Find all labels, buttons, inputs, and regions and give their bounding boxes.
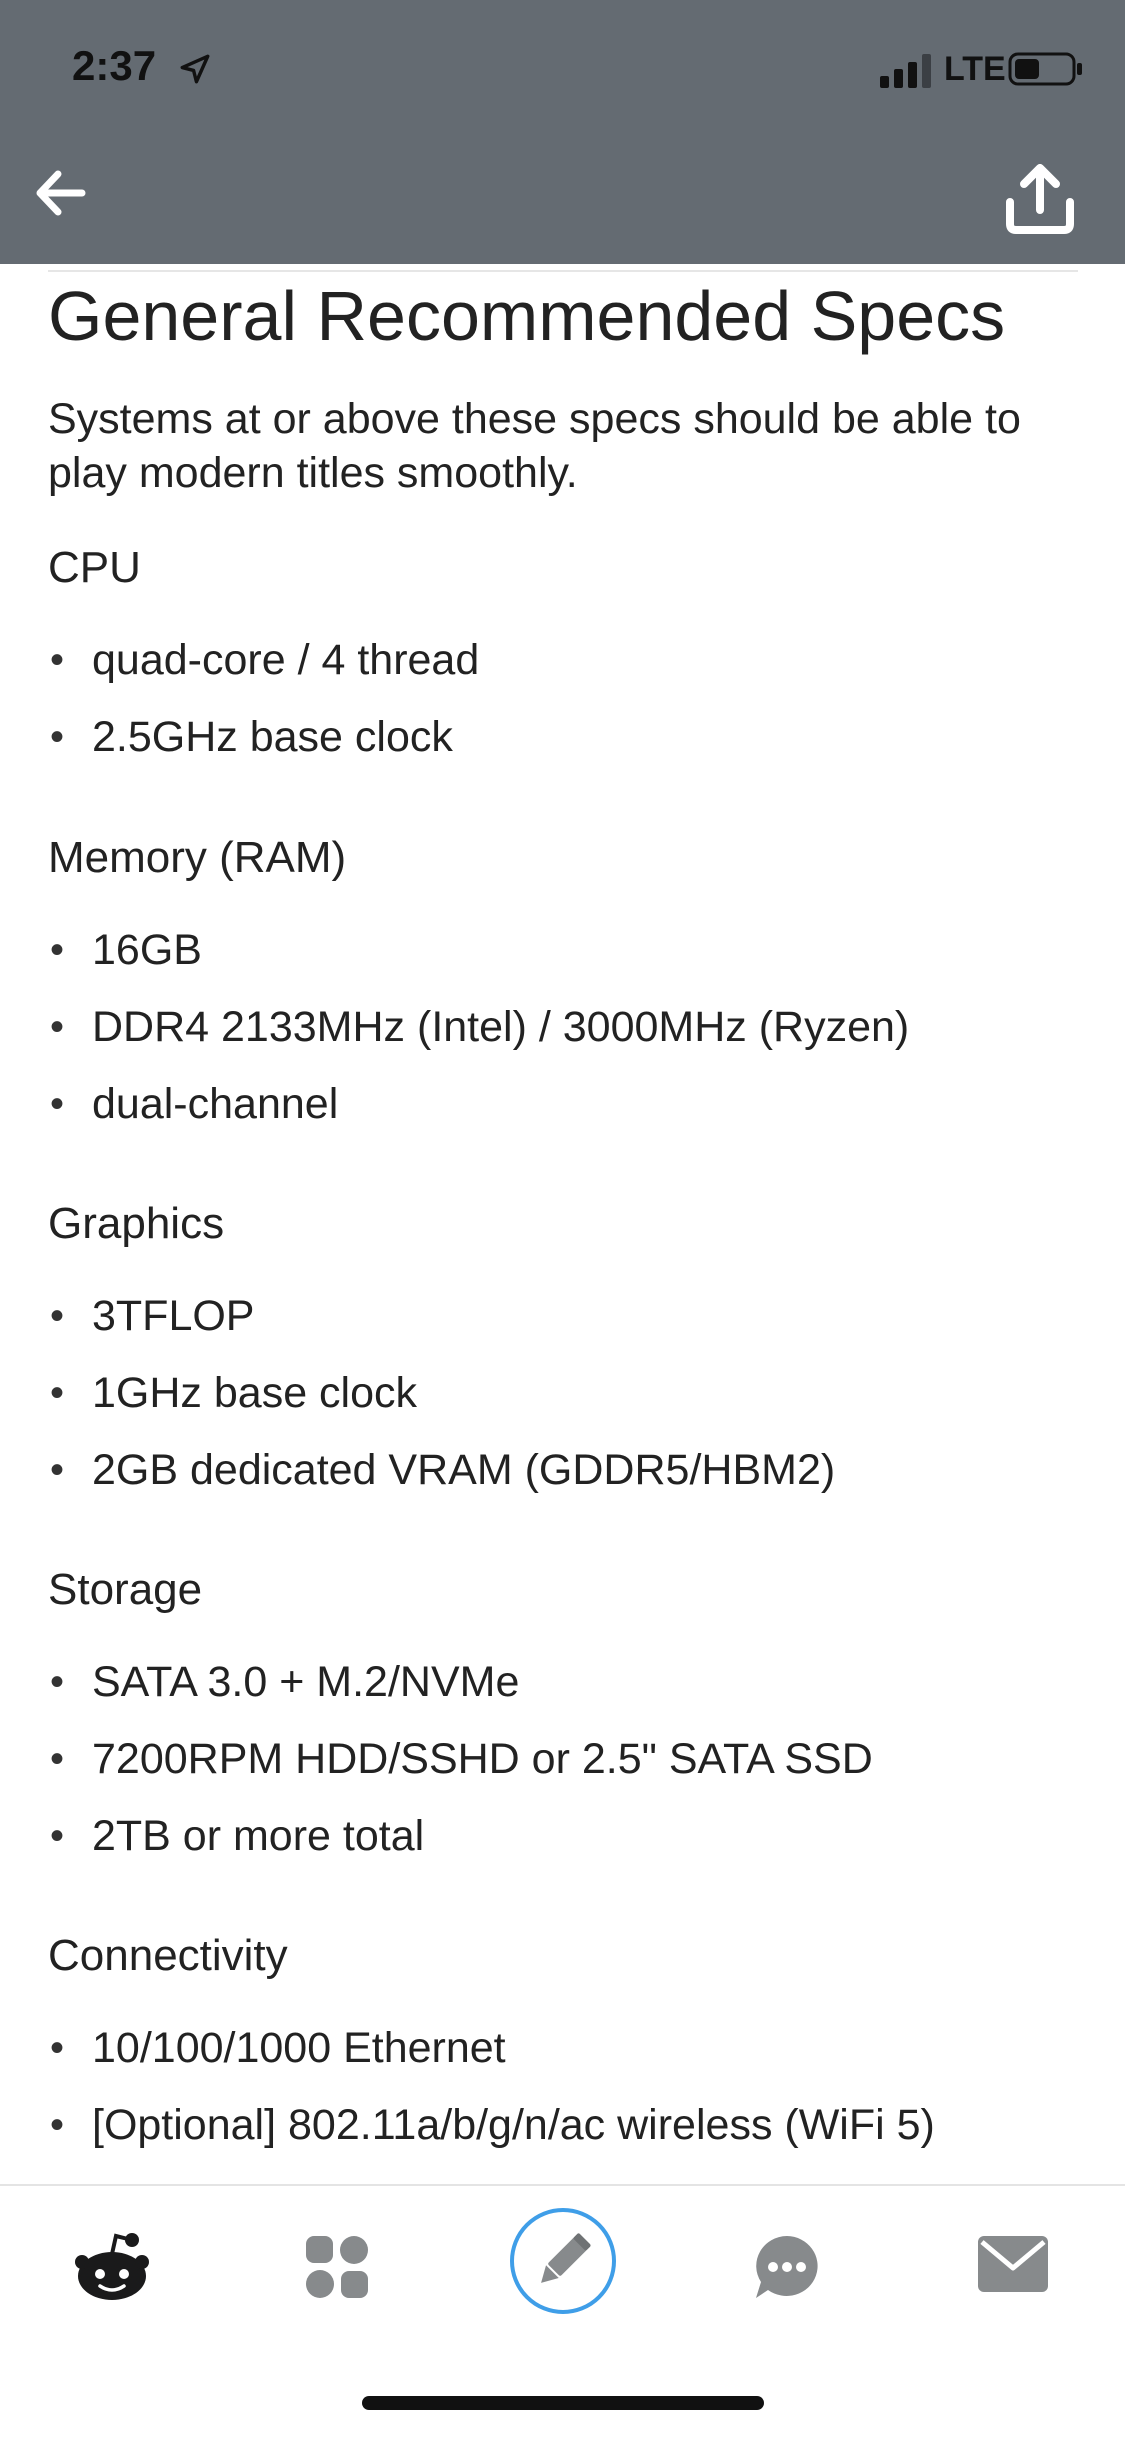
top-bar: 2:37 LTE	[0, 0, 1125, 264]
list-item: • SATA 3.0 + M.2/NVMe	[48, 1656, 1078, 1708]
envelope-icon[interactable]	[978, 2236, 1048, 2292]
bullet: •	[50, 1737, 65, 1781]
section-heading: Storage	[48, 1565, 203, 1614]
spec-list: • 16GB • DDR4 2133MHz (Intel) / 3000MHz (R…	[48, 924, 1078, 1130]
list-item: • DDR4 2133MHz (Intel) / 3000MHz (Ryzen)	[48, 1001, 1078, 1053]
bullet: •	[50, 2026, 65, 2070]
cellular-signal-icon	[880, 54, 931, 88]
list-item-text: 2.5GHz base clock	[92, 713, 453, 761]
list-item: • 7200RPM HDD/SSHD or 2.5" SATA SSD	[48, 1733, 1078, 1785]
list-item-text: 2TB or more total	[92, 1812, 425, 1860]
list-item: • [Optional] 802.11a/b/g/n/ac wireless (W…	[48, 2099, 1078, 2151]
list-item-text: 2GB dedicated VRAM (GDDR5/HBM2)	[92, 1446, 836, 1494]
list-item-text: SATA 3.0 + M.2/NVMe	[92, 1658, 520, 1706]
list-item: • 2GB dedicated VRAM (GDDR5/HBM2)	[48, 1444, 1078, 1496]
battery-icon	[1008, 52, 1082, 86]
spec-section-storage: Storage • SATA 3.0 + M.2/NVMe • 7200RPM HD…	[48, 1564, 1078, 1887]
bullet: •	[50, 1371, 65, 1415]
list-item: • quad-core / 4 thread	[48, 634, 1078, 686]
grid-icon[interactable]	[306, 2236, 368, 2298]
spec-list: • 3TFLOP • 1GHz base clock • 2GB dedicated …	[48, 1290, 1078, 1496]
section-heading: Memory (RAM)	[48, 833, 347, 882]
status-time: 2:37	[72, 42, 157, 89]
section-heading: Connectivity	[48, 1931, 288, 1980]
bullet: •	[50, 1814, 65, 1858]
pencil-icon[interactable]	[508, 2206, 618, 2316]
list-item: • 16GB	[48, 924, 1078, 976]
bullet: •	[50, 928, 65, 972]
arrow-left-icon[interactable]	[28, 160, 94, 226]
list-item-text: 3TFLOP	[92, 1292, 255, 1340]
list-item-text: 7200RPM HDD/SSHD or 2.5" SATA SSD	[92, 1735, 873, 1783]
list-item-text: 16GB	[92, 926, 202, 974]
list-item-text: dual-channel	[92, 1080, 339, 1128]
list-item: • 2.5GHz base clock	[48, 711, 1078, 763]
chat-bubble-icon[interactable]	[752, 2232, 822, 2302]
list-item: • 2TB or more total	[48, 1810, 1078, 1862]
reddit-alien-icon[interactable]	[72, 2232, 152, 2306]
spec-section-memory: Memory (RAM) • 16GB • DDR4 2133MHz (Intel)…	[48, 832, 1078, 1155]
divider	[48, 270, 1078, 272]
share-upload-icon[interactable]	[1000, 158, 1080, 238]
bullet: •	[50, 1294, 65, 1338]
list-item: • 10/100/1000 Ethernet	[48, 2022, 1078, 2074]
location-arrow-icon	[180, 54, 210, 84]
bullet: •	[50, 1005, 65, 1049]
bullet: •	[50, 638, 65, 682]
bullet: •	[50, 1660, 65, 1704]
list-item-text: [Optional] 802.11a/b/g/n/ac wireless (Wi…	[92, 2101, 935, 2149]
spec-list: • SATA 3.0 + M.2/NVMe • 7200RPM HDD/SSHD o…	[48, 1656, 1078, 1862]
list-item: • dual-channel	[48, 1078, 1078, 1130]
bullet: •	[50, 715, 65, 759]
list-item-text: quad-core / 4 thread	[92, 636, 480, 684]
list-item: • 3TFLOP	[48, 1290, 1078, 1342]
spec-list: • 10/100/1000 Ethernet • [Optional] 802.11…	[48, 2022, 1078, 2151]
article-title: General Recommended Specs	[48, 277, 1006, 355]
spec-section-connectivity: Connectivity • 10/100/1000 Ethernet • [Opt…	[48, 1930, 1078, 2176]
section-heading: Graphics	[48, 1199, 225, 1248]
article-content: General Recommended Specs Systems at or …	[0, 264, 1125, 2184]
spec-list: • quad-core / 4 thread • 2.5GHz base clock	[48, 634, 1078, 763]
home-indicator[interactable]	[362, 2396, 764, 2410]
spec-section-graphics: Graphics • 3TFLOP • 1GHz base clock • 2GB d…	[48, 1198, 1078, 1521]
list-item-text: 10/100/1000 Ethernet	[92, 2024, 506, 2072]
list-item-text: 1GHz base clock	[92, 1369, 418, 1417]
spec-section-cpu: CPU • quad-core / 4 thread • 2.5GHz base c…	[48, 542, 1078, 788]
article-intro: Systems at or above these specs should b…	[48, 395, 1021, 497]
bullet: •	[50, 1448, 65, 1492]
section-heading: CPU	[48, 543, 141, 592]
bullet: •	[50, 1082, 65, 1126]
network-type: LTE	[944, 50, 1006, 88]
list-item: • 1GHz base clock	[48, 1367, 1078, 1419]
list-item-text: DDR4 2133MHz (Intel) / 3000MHz (Ryzen)	[92, 1003, 910, 1051]
bullet: •	[50, 2103, 65, 2147]
